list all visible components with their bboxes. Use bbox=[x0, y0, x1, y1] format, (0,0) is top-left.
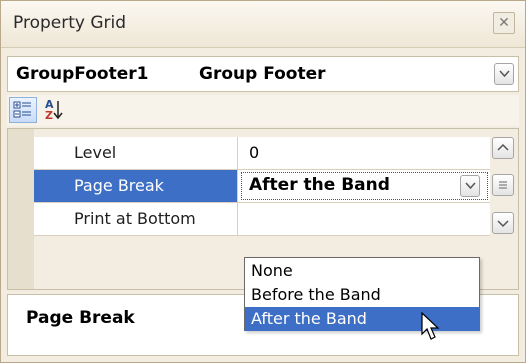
property-name: Print at Bottom bbox=[34, 203, 238, 235]
object-name: GroupFooter1 bbox=[16, 64, 149, 84]
vertical-scrollbar[interactable] bbox=[492, 137, 514, 285]
categorized-icon bbox=[13, 101, 31, 118]
scroll-down-button[interactable] bbox=[492, 212, 514, 234]
property-name: Page Break bbox=[34, 170, 238, 202]
scroll-up-button[interactable] bbox=[492, 137, 514, 159]
property-value-editor[interactable]: After the Band bbox=[239, 170, 490, 202]
object-type: Group Footer bbox=[199, 64, 326, 84]
page-break-dropdown-button[interactable] bbox=[460, 175, 480, 197]
chevron-down-icon bbox=[499, 70, 510, 78]
dropdown-option-selected[interactable]: After the Band bbox=[245, 307, 479, 331]
panel-title: Property Grid bbox=[13, 13, 127, 33]
sort-az-icon: A Z bbox=[45, 98, 63, 122]
dropdown-option[interactable]: None bbox=[245, 259, 479, 283]
dropdown-option[interactable]: Before the Band bbox=[245, 283, 479, 307]
chevron-down-icon bbox=[497, 220, 509, 228]
object-selector[interactable]: GroupFooter1 Group Footer bbox=[7, 56, 519, 92]
description-title: Page Break bbox=[26, 308, 135, 328]
categorized-button[interactable] bbox=[9, 97, 37, 123]
scroll-thumb[interactable] bbox=[492, 174, 514, 196]
category-gutter bbox=[8, 129, 34, 289]
property-value[interactable] bbox=[239, 203, 490, 235]
property-row-page-break[interactable]: Page Break After the Band bbox=[34, 170, 490, 203]
chevron-down-icon bbox=[465, 182, 476, 190]
toolbar: A Z bbox=[7, 95, 519, 126]
mouse-cursor-icon bbox=[421, 312, 440, 340]
title-bar: Property Grid ✕ bbox=[1, 1, 525, 48]
property-row-level[interactable]: Level 0 bbox=[34, 137, 490, 170]
grip-icon bbox=[499, 181, 507, 189]
property-value[interactable]: 0 bbox=[239, 137, 490, 169]
close-button[interactable]: ✕ bbox=[493, 12, 515, 34]
chevron-up-icon bbox=[497, 143, 509, 151]
alphabetical-button[interactable]: A Z bbox=[41, 97, 69, 123]
sort-z-letter: Z bbox=[45, 109, 53, 122]
page-break-dropdown-list[interactable]: None Before the Band After the Band bbox=[244, 257, 480, 331]
property-name: Level bbox=[34, 137, 238, 169]
close-icon: ✕ bbox=[498, 15, 510, 31]
property-row-print-at-bottom[interactable]: Print at Bottom bbox=[34, 203, 490, 236]
object-selector-dropdown-button[interactable] bbox=[494, 63, 514, 85]
